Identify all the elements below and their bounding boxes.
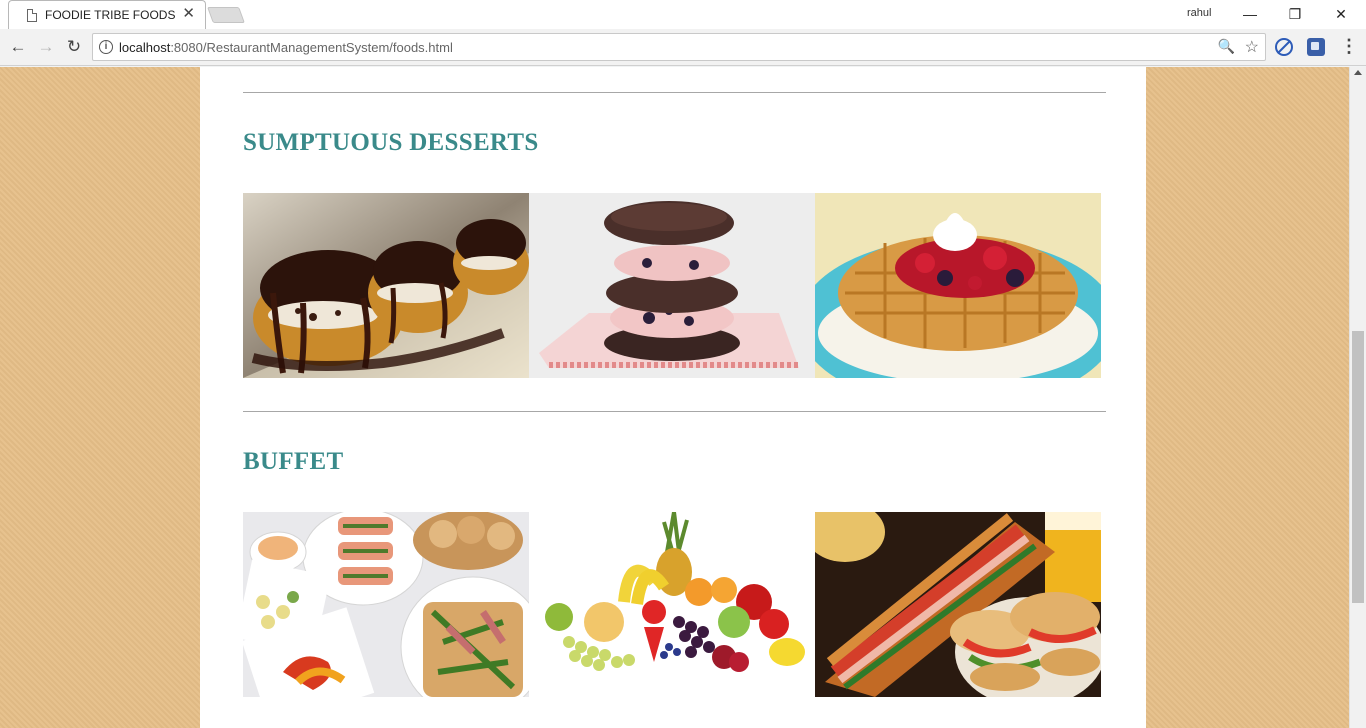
close-window-button[interactable]: ✕ bbox=[1326, 3, 1356, 25]
browser-tab[interactable]: FOODIE TRIBE FOODS ✕ bbox=[8, 0, 206, 29]
back-icon[interactable]: ← bbox=[6, 35, 30, 59]
url-text[interactable]: localhost:8080/RestaurantManagementSyste… bbox=[119, 40, 453, 55]
new-tab-button[interactable] bbox=[207, 7, 245, 23]
sub-sandwich-image bbox=[815, 512, 1101, 697]
scrollbar-thumb[interactable] bbox=[1352, 331, 1364, 603]
browser-toolbar: ← → ↻ i localhost:8080/RestaurantManagem… bbox=[0, 29, 1366, 66]
ice-cream-cookie-sandwich-image bbox=[529, 193, 815, 378]
site-info-icon[interactable]: i bbox=[99, 40, 113, 54]
tab-strip: FOODIE TRIBE FOODS ✕ rahul — ❐ ✕ bbox=[0, 0, 1366, 29]
berry-waffle-image bbox=[815, 193, 1101, 378]
blocker-extension-icon[interactable] bbox=[1275, 38, 1293, 56]
reload-icon[interactable]: ↻ bbox=[62, 35, 86, 59]
profile-name[interactable]: rahul bbox=[1187, 7, 1211, 19]
section-title-desserts: SUMPTUOUS DESSERTS bbox=[243, 129, 539, 156]
section-divider bbox=[243, 411, 1106, 412]
chocolate-profiteroles-image bbox=[243, 193, 529, 378]
content-panel: SUMPTUOUS DESSERTS BUFFET bbox=[200, 67, 1146, 728]
zoom-icon[interactable]: 🔍 bbox=[1218, 38, 1235, 55]
tab-title: FOODIE TRIBE FOODS bbox=[45, 8, 176, 22]
minimize-button[interactable]: — bbox=[1235, 3, 1265, 25]
restore-button[interactable]: ❐ bbox=[1280, 3, 1310, 25]
url-host: localhost bbox=[119, 40, 171, 55]
browser-menu-icon[interactable]: ⋮ bbox=[1340, 35, 1358, 59]
scroll-up-arrow-icon[interactable] bbox=[1354, 70, 1362, 75]
fruit-assortment-image bbox=[529, 512, 815, 697]
tab-close-icon[interactable]: ✕ bbox=[182, 6, 195, 22]
page-icon bbox=[27, 9, 37, 22]
section-title-buffet: BUFFET bbox=[243, 448, 344, 475]
url-path: :8080/RestaurantManagementSystem/foods.h… bbox=[170, 40, 453, 55]
forward-icon[interactable]: → bbox=[34, 35, 58, 59]
section-divider bbox=[243, 92, 1106, 93]
address-bar[interactable]: i localhost:8080/RestaurantManagementSys… bbox=[92, 33, 1266, 61]
buffet-platter-image bbox=[243, 512, 529, 697]
bookmark-star-icon[interactable]: ☆ bbox=[1245, 37, 1259, 57]
cube-extension-icon[interactable] bbox=[1307, 38, 1325, 56]
vertical-scrollbar[interactable] bbox=[1349, 67, 1366, 728]
page-viewport: SUMPTUOUS DESSERTS BUFFET bbox=[0, 67, 1349, 728]
